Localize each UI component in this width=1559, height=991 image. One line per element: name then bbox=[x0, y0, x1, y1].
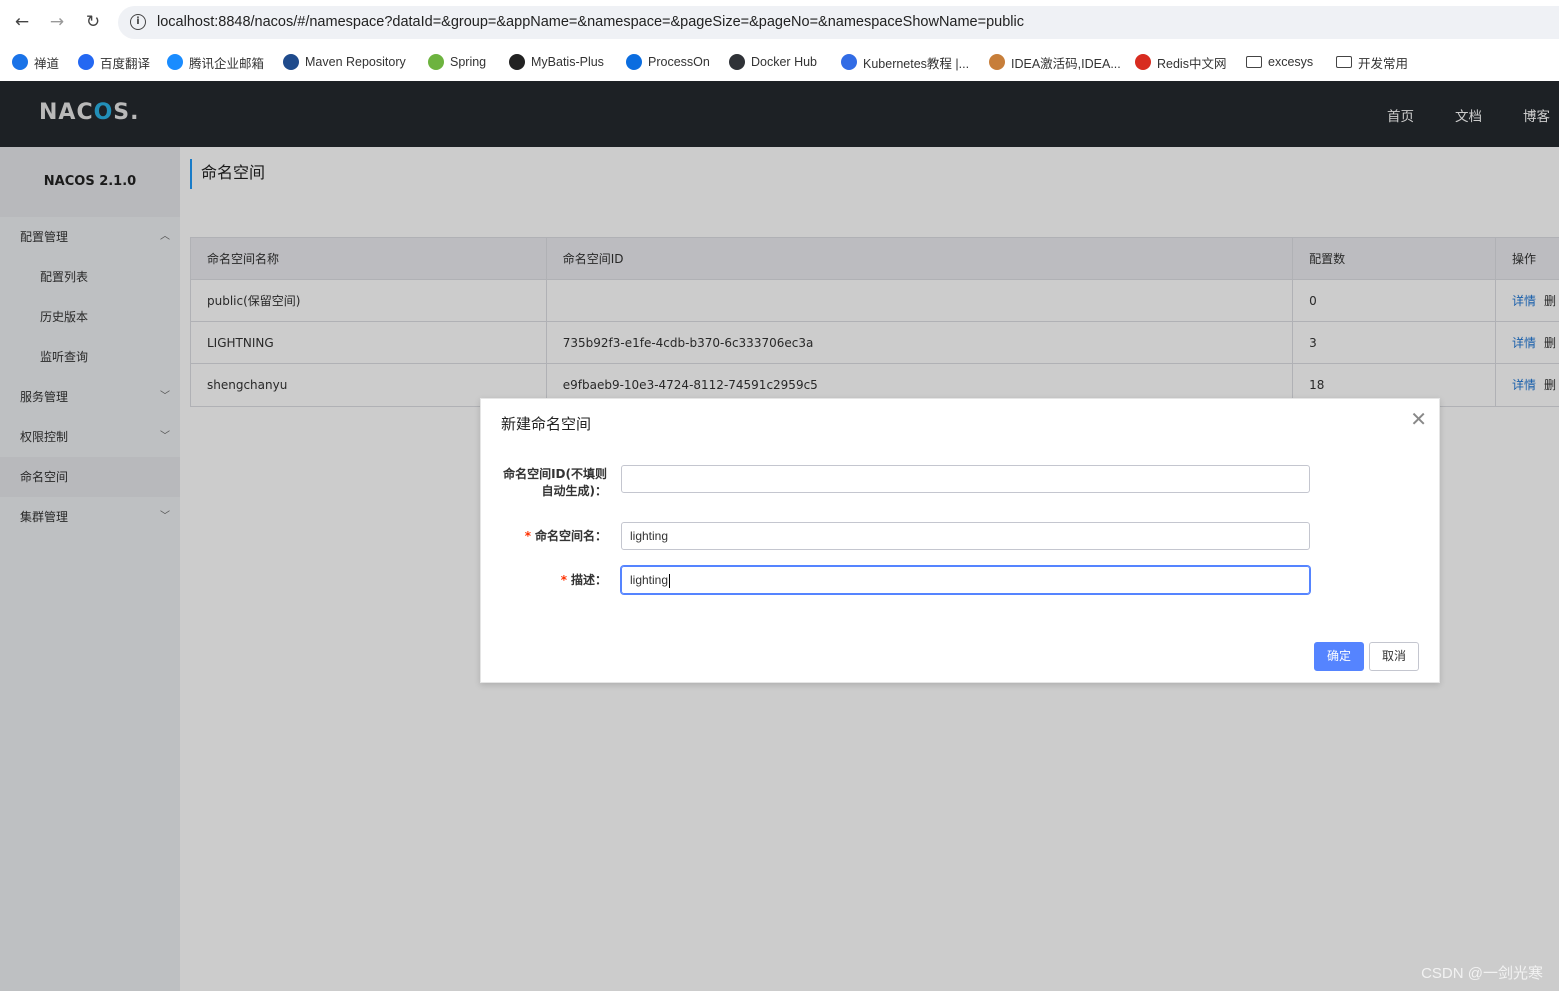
bookmark-label: excesys bbox=[1268, 55, 1314, 69]
folder-icon bbox=[1336, 56, 1352, 68]
idea-icon bbox=[989, 54, 1005, 70]
namespace-id-label-line1: 命名空间ID(不填则 bbox=[503, 467, 607, 481]
text-caret bbox=[669, 573, 671, 588]
url-text[interactable]: localhost:8848/nacos/#/namespace?dataId=… bbox=[157, 14, 1024, 30]
site-info-icon[interactable]: i bbox=[130, 14, 146, 30]
namespace-id-label: 命名空间ID(不填则 自动生成)： bbox=[503, 466, 607, 500]
bookmark-item[interactable]: Docker Hub bbox=[729, 52, 817, 72]
required-mark: * bbox=[560, 573, 567, 587]
bookmark-label: IDEA激活码,IDEA... bbox=[1011, 56, 1121, 71]
bookmark-item[interactable]: excesys bbox=[1246, 52, 1313, 72]
description-input[interactable]: lighting bbox=[621, 566, 1310, 594]
bookmark-label: 开发常用 bbox=[1358, 56, 1409, 71]
bookmark-item[interactable]: 腾讯企业邮箱 bbox=[167, 52, 264, 72]
tencent-mail-icon bbox=[167, 54, 183, 70]
processon-icon bbox=[626, 54, 642, 70]
bookmark-item[interactable]: IDEA激活码,IDEA... bbox=[989, 52, 1121, 72]
bookmark-item[interactable]: 禅道 bbox=[12, 52, 59, 72]
bookmark-label: ProcessOn bbox=[648, 55, 710, 69]
maven-icon bbox=[283, 54, 299, 70]
namespace-id-label-line2: 自动生成)： bbox=[541, 484, 608, 498]
description-label-text: 描述： bbox=[570, 573, 607, 587]
address-bar[interactable]: i localhost:8848/nacos/#/namespace?dataI… bbox=[118, 6, 1559, 39]
bookmark-label: Kubernetes教程 |... bbox=[863, 56, 970, 71]
redis-icon bbox=[1135, 54, 1151, 70]
folder-icon bbox=[1246, 56, 1262, 68]
bookmark-item[interactable]: MyBatis-Plus bbox=[509, 52, 604, 72]
description-label: * 描述： bbox=[561, 572, 607, 589]
bookmark-label: Spring bbox=[450, 55, 487, 69]
mybatis-icon bbox=[509, 54, 525, 70]
bookmark-label: Redis中文网 bbox=[1157, 56, 1227, 71]
bookmark-label: Docker Hub bbox=[751, 55, 817, 69]
bookmark-item[interactable]: Kubernetes教程 |... bbox=[841, 52, 969, 72]
zentao-icon bbox=[12, 54, 28, 70]
bookmark-item[interactable]: Maven Repository bbox=[283, 52, 406, 72]
bookmark-item[interactable]: Spring bbox=[428, 52, 486, 72]
reload-icon[interactable]: ↻ bbox=[81, 10, 105, 34]
bookmarks-bar: 禅道 百度翻译 腾讯企业邮箱 Maven Repository Spring MyBati… bbox=[0, 45, 1559, 81]
spring-icon bbox=[428, 54, 444, 70]
browser-address-row: ← → ↻ i localhost:8848/nacos/#/namespace… bbox=[0, 0, 1559, 45]
cancel-button[interactable]: 取消 bbox=[1369, 642, 1420, 671]
namespace-name-label: * 命名空间名： bbox=[525, 528, 607, 545]
bookmark-label: 百度翻译 bbox=[100, 56, 151, 71]
baidu-translate-icon bbox=[78, 54, 94, 70]
bookmark-label: Maven Repository bbox=[305, 55, 406, 69]
back-icon[interactable]: ← bbox=[10, 10, 34, 34]
namespace-name-label-text: 命名空间名： bbox=[534, 529, 607, 543]
dialog-title: 新建命名空间 bbox=[501, 415, 592, 433]
close-icon[interactable]: ✕ bbox=[1410, 409, 1427, 429]
bookmark-item[interactable]: ProcessOn bbox=[626, 52, 710, 72]
description-input-value: lighting bbox=[630, 573, 669, 587]
forward-icon[interactable]: → bbox=[45, 10, 69, 34]
namespace-name-input[interactable]: lighting bbox=[621, 522, 1310, 550]
bookmark-item[interactable]: Redis中文网 bbox=[1135, 52, 1226, 72]
bookmark-label: 禅道 bbox=[34, 56, 60, 71]
bookmark-item[interactable]: 开发常用 bbox=[1336, 52, 1408, 72]
namespace-id-input[interactable] bbox=[621, 465, 1310, 493]
bookmark-label: 腾讯企业邮箱 bbox=[189, 56, 265, 71]
docker-icon bbox=[729, 54, 745, 70]
csdn-watermark: CSDN @一剑光寒 bbox=[1421, 965, 1543, 982]
confirm-button[interactable]: 确定 bbox=[1314, 642, 1365, 671]
new-namespace-dialog: 新建命名空间 ✕ 命名空间ID(不填则 自动生成)： * 命名空间名： light… bbox=[480, 398, 1440, 683]
bookmark-label: MyBatis-Plus bbox=[531, 55, 604, 69]
required-mark: * bbox=[524, 529, 531, 543]
bookmark-item[interactable]: 百度翻译 bbox=[78, 52, 150, 72]
kubernetes-icon bbox=[841, 54, 857, 70]
